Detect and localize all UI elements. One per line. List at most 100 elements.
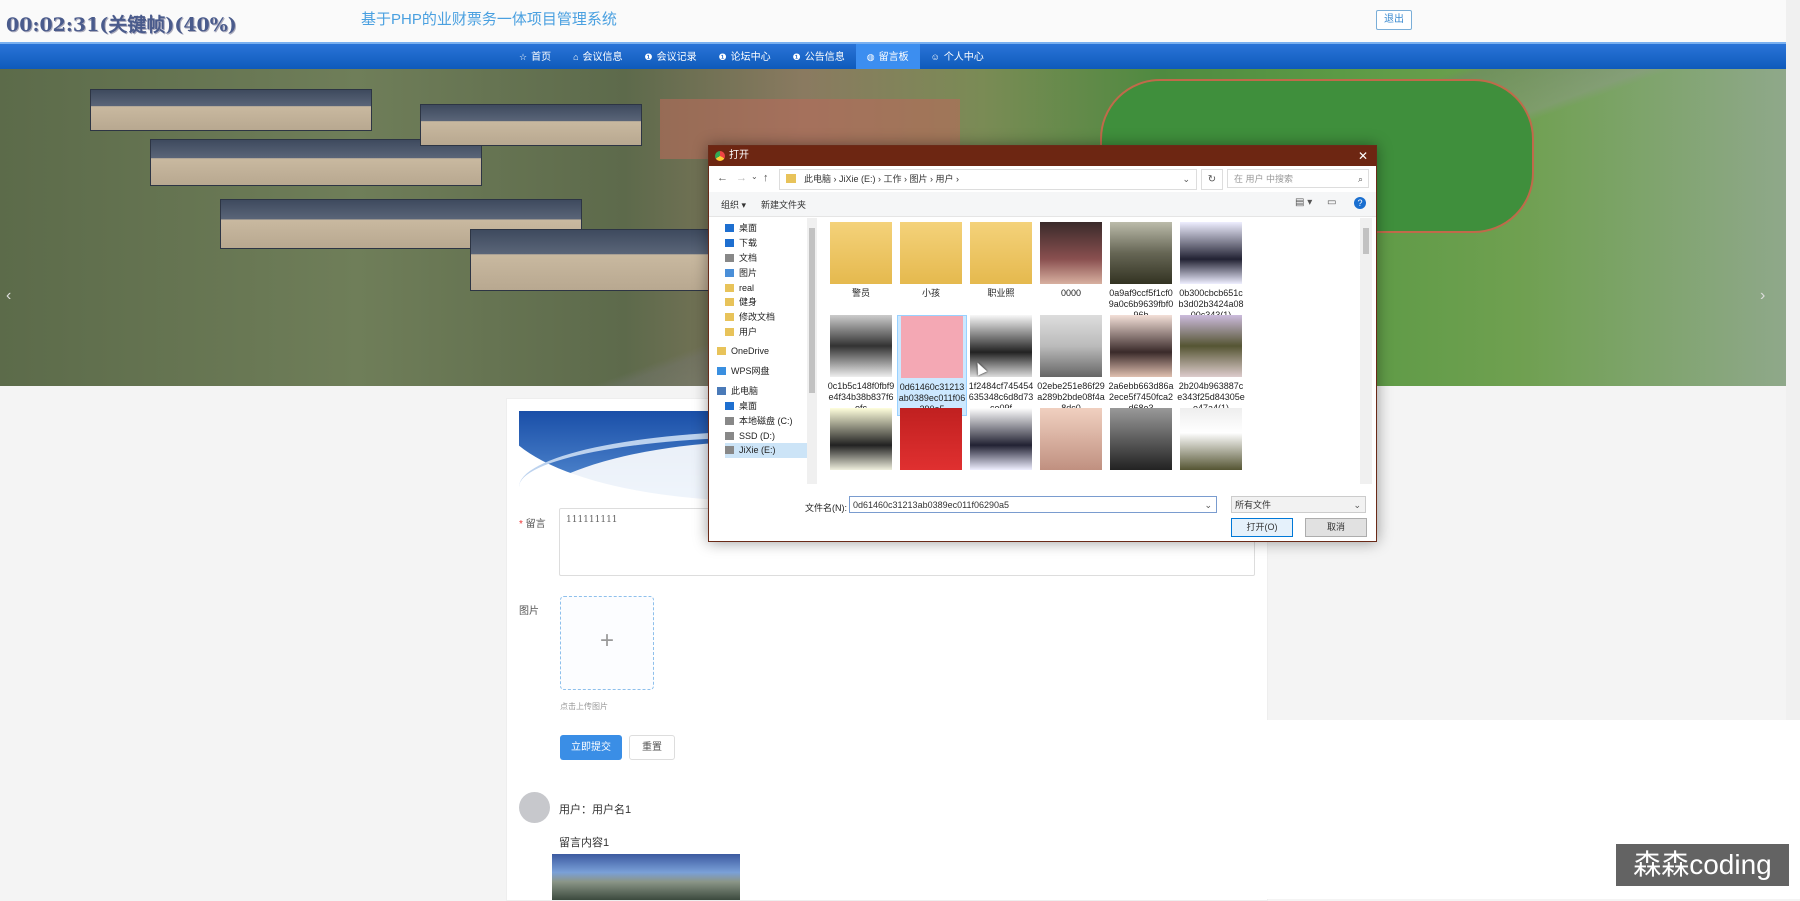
page-scrollbar[interactable] [1786, 0, 1800, 720]
file-item[interactable] [1037, 408, 1105, 474]
cancel-button[interactable]: 取消 [1305, 518, 1367, 537]
back-arrow-icon[interactable]: ← [717, 172, 728, 184]
main-nav: ☆ 首页 ⌂ 会议信息 ❶ 会议记录 ❶ 论坛中心 ❶ 公告信息 ◍ 留言板 ☺ 个人中心 [0, 42, 1786, 71]
help-icon[interactable]: ? [1354, 197, 1366, 209]
nav-item-1[interactable]: ⌂ 会议信息 [562, 44, 633, 71]
file-item[interactable]: 0a9af9ccf5f1cf09a0c6b9639fbf096b [1107, 222, 1175, 321]
open-button[interactable]: 打开(O) [1231, 518, 1293, 537]
tree-item[interactable]: 文档📌 [725, 251, 817, 266]
organize-button[interactable]: 组织 ▾ [721, 198, 746, 211]
breadcrumb: 此电脑 › JiXie (E:) › 工作 › 图片 › 用户 › [804, 174, 959, 184]
tree-item[interactable]: real [725, 281, 754, 296]
nav-item-2[interactable]: ❶ 会议记录 [634, 44, 708, 71]
files-scrollbar[interactable] [1360, 218, 1372, 484]
nav-item-3[interactable]: ❶ 论坛中心 [708, 44, 782, 71]
image-thumbnail [1110, 315, 1172, 377]
file-item[interactable] [967, 408, 1035, 474]
tree-item[interactable]: OneDrive [717, 344, 769, 359]
nav-item-label: 会议记录 [656, 52, 697, 63]
banner-building [470, 229, 732, 291]
chevron-down-icon[interactable]: ⌄ [1182, 170, 1190, 189]
file-name: 警员 [851, 288, 870, 298]
file-item[interactable]: 2a6ebb663d86a2ece5f7450fca2d68e3 [1107, 315, 1175, 414]
file-item[interactable]: 2b204b963887ce343f25d84305ee47a4(1) [1177, 315, 1245, 414]
avatar [519, 792, 550, 823]
tree-item[interactable]: WPS网盘 [717, 364, 770, 379]
nav-item-5[interactable]: ◍ 留言板 [855, 44, 920, 71]
filename-input[interactable]: 0d61460c31213ab0389ec011f06290a5 ⌄ [849, 496, 1217, 513]
submit-button[interactable]: 立即提交 [560, 735, 622, 760]
folder-icon [725, 224, 734, 232]
banner-building [90, 89, 372, 131]
folder-icon [725, 313, 734, 321]
nav-item-6[interactable]: ☺ 个人中心 [920, 44, 995, 71]
tree-item[interactable]: 修改文档 [725, 310, 775, 325]
tree-item[interactable]: 用户 [725, 325, 757, 340]
reset-button[interactable]: 重置 [629, 735, 675, 760]
nav-item-4[interactable]: ❶ 公告信息 [782, 44, 856, 71]
close-icon[interactable]: ✕ [1358, 146, 1368, 166]
folder-icon [717, 347, 726, 355]
tree-item[interactable]: 图片📌 [725, 266, 817, 281]
video-timer-overlay: 00:02:31(关键帧)(40%) [6, 14, 237, 36]
plus-icon: + [599, 627, 614, 654]
folder-icon [725, 417, 734, 425]
image-thumbnail [1040, 315, 1102, 377]
tree-item[interactable]: 健身 [725, 295, 757, 310]
tree-item-label: 下载 [739, 238, 758, 248]
filename-label: 文件名(N): [805, 503, 847, 513]
file-item[interactable] [897, 408, 965, 474]
folder-icon [725, 446, 734, 454]
forward-arrow-icon[interactable]: → [736, 172, 747, 184]
preview-pane-icon[interactable]: ▭ [1327, 197, 1336, 208]
tree-item-label: 文档 [739, 253, 758, 263]
user-icon: ☺ [930, 52, 940, 62]
tree-item-label: OneDrive [731, 346, 770, 356]
tree-item[interactable]: 本地磁盘 (C:) [725, 414, 793, 429]
home-icon: ⌂ [573, 52, 579, 62]
view-mode-icon[interactable]: ▤ ▾ [1295, 197, 1312, 208]
refresh-icon[interactable]: ↻ [1201, 169, 1223, 190]
info-icon: ❶ [792, 52, 801, 62]
carousel-prev-icon[interactable]: ‹ [6, 287, 11, 305]
dialog-title: 打开 [729, 150, 749, 161]
tree-scrollbar[interactable] [807, 218, 817, 484]
carousel-next-icon[interactable]: › [1760, 287, 1765, 305]
new-folder-button[interactable]: 新建文件夹 [761, 198, 806, 211]
tree-item[interactable]: 桌面📌 [725, 221, 817, 236]
recent-chevron-icon[interactable]: ⌄ [751, 172, 758, 181]
file-item[interactable] [827, 408, 895, 474]
logout-button[interactable]: 退出 [1376, 10, 1412, 30]
image-thumbnail [970, 408, 1032, 470]
folder-icon [830, 222, 892, 284]
file-item[interactable] [1107, 408, 1175, 474]
folder-icon [725, 328, 734, 336]
image-thumbnail [1180, 408, 1242, 470]
file-item[interactable]: 0d61460c31213ab0389ec011f06290a5 [897, 315, 967, 416]
file-item[interactable]: 02ebe251e86f29a289b2bde08f4a8dc0 [1037, 315, 1105, 414]
tree-item[interactable]: JiXie (E:) [725, 443, 817, 458]
address-bar[interactable]: 此电脑 › JiXie (E:) › 工作 › 图片 › 用户 › ⌄ [779, 169, 1197, 190]
file-item[interactable]: 0c1b5c148f0fbf9e4f34b38b837f6efc [827, 315, 895, 414]
folder-item[interactable]: 警员 [827, 222, 895, 299]
tree-item[interactable]: 此电脑 [717, 384, 758, 399]
folder-item[interactable]: 小孩 [897, 222, 965, 299]
tree-item[interactable]: 下载📌 [725, 236, 817, 251]
image-upload-box[interactable]: + [560, 596, 654, 690]
file-item[interactable] [1177, 408, 1245, 474]
file-item[interactable]: 0000 [1037, 222, 1105, 299]
tree-item[interactable]: 桌面 [725, 399, 757, 414]
chevron-down-icon[interactable]: ⌄ [1204, 497, 1212, 514]
tree-item[interactable]: SSD (D:) [725, 429, 775, 444]
search-input[interactable]: 在 用户 中搜索 ⌕ [1227, 169, 1369, 188]
image-label: 图片 [519, 606, 539, 617]
image-thumbnail [901, 316, 963, 378]
folder-item[interactable]: 职业照 [967, 222, 1035, 299]
image-thumbnail [1040, 222, 1102, 284]
image-thumbnail [1040, 408, 1102, 470]
up-arrow-icon[interactable]: ↑ [763, 172, 769, 184]
file-item[interactable]: 0b300cbcb651cb3d02b3424a0800c343(1) [1177, 222, 1245, 321]
chrome-icon [715, 151, 725, 161]
filetype-select[interactable]: 所有文件 ⌄ [1231, 496, 1366, 513]
nav-item-0[interactable]: ☆ 首页 [508, 44, 562, 71]
